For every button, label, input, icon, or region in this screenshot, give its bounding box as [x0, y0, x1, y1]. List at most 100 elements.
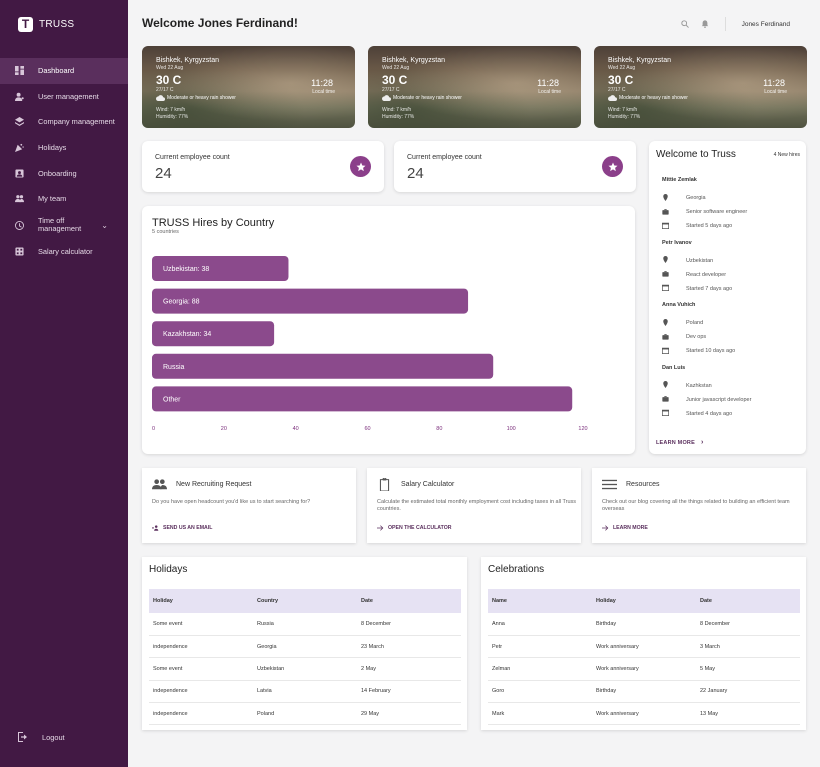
logout-label: Logout	[42, 732, 65, 742]
column-header[interactable]: Holiday	[592, 589, 696, 613]
hire-start: Started 5 days ago	[662, 219, 802, 233]
weather-range: 27/17 C	[156, 87, 174, 93]
table-cell: 2 May	[357, 657, 461, 681]
holiday-row: independence Georgia 23 March	[149, 635, 461, 659]
chevron-down-icon[interactable]: ⌄	[101, 221, 108, 230]
hire-role-text: Senior software engineer	[686, 209, 748, 215]
hire-start: Started 7 days ago	[662, 282, 802, 296]
location-pin-icon	[662, 318, 686, 328]
hire-start-text: Started 7 days ago	[686, 285, 733, 292]
celebration-row: Mark Work anniversary 13 May	[488, 702, 800, 726]
table-cell: Work anniversary	[592, 635, 696, 659]
send-email-link[interactable]: SEND US AN EMAIL	[152, 525, 212, 531]
local-time: 11:28	[763, 78, 785, 88]
celebrations-card: Celebrations Name Holiday Date Anna Birth…	[481, 557, 806, 730]
column-header[interactable]: Date	[696, 589, 800, 613]
search-icon[interactable]	[680, 20, 689, 28]
new-hire-entry: Petr Ivanov Uzbekistan React developer Star…	[662, 240, 802, 296]
sidebar-item-user-management[interactable]: User management	[0, 84, 128, 110]
column-header[interactable]: Country	[253, 589, 357, 613]
sidebar-item-my-team[interactable]: My team	[0, 186, 128, 212]
hire-country-text: Kazhkstan	[686, 382, 712, 389]
column-header[interactable]: Date	[357, 589, 461, 613]
dashboard-icon	[15, 66, 24, 76]
hire-role: React developer	[662, 268, 802, 282]
calendar-icon	[662, 409, 686, 418]
cloud-icon	[156, 95, 165, 101]
table-cell: Some event	[149, 613, 253, 636]
hire-name[interactable]: Anna Vuhich	[662, 302, 802, 316]
table-cell: Work anniversary	[592, 657, 696, 681]
weather-range: 27/17 C	[608, 87, 626, 93]
weather-range: 27/17 C	[382, 87, 400, 93]
table-cell: Birthday	[592, 680, 696, 704]
sidebar: T TRUSS Dashboard User management Compan…	[0, 0, 128, 767]
briefcase-icon	[662, 270, 686, 279]
weather-condition: Moderate or heavy rain shower	[156, 95, 236, 101]
open-calculator-link[interactable]: OPEN THE CALCULATOR	[377, 525, 452, 531]
user-name[interactable]: Jones Ferdinand	[742, 21, 790, 28]
card-title: Salary Calculator	[401, 481, 455, 488]
local-time-label: Local time	[764, 89, 787, 95]
bar-label: Kazakhstan: 34	[163, 331, 211, 338]
x-tick-label: 120	[578, 426, 587, 432]
new-hire-entry: Mittie Zemlak Georgia Senior software engi…	[662, 177, 802, 233]
bell-icon[interactable]	[701, 20, 709, 28]
logout-button[interactable]: Logout	[18, 732, 65, 742]
bar-russia[interactable]	[152, 353, 494, 379]
star-icon	[350, 156, 371, 177]
holidays-title: Holidays	[149, 564, 188, 575]
bar-other[interactable]	[152, 386, 573, 412]
hire-role-text: React developer	[686, 271, 727, 278]
celebration-row: Zelman Work anniversary 5 May	[488, 657, 800, 681]
brand[interactable]: T TRUSS	[18, 17, 74, 32]
arrow-right-icon	[602, 525, 609, 531]
sidebar-item-label: Time off management	[38, 216, 82, 234]
column-header[interactable]: Holiday	[149, 589, 253, 613]
sidebar-item-label: User management	[38, 91, 99, 101]
team-icon	[15, 194, 24, 203]
column-header[interactable]: Name	[488, 589, 592, 613]
table-cell: Georgia	[253, 635, 357, 659]
weather-humidity: Humidity: 77%	[156, 114, 189, 120]
location-pin-icon	[662, 193, 686, 203]
new-hires-title: Welcome to Truss	[656, 149, 736, 160]
weather-wind: Wind: 7 km/h	[156, 107, 186, 113]
arrow-right-icon	[377, 525, 384, 531]
hire-name[interactable]: Mittie Zemlak	[662, 177, 802, 191]
weather-condition-text: Moderate or heavy rain shower	[619, 95, 688, 101]
weather-city: Bishkek, Kyrgyzstan	[608, 57, 672, 64]
weather-condition-text: Moderate or heavy rain shower	[393, 95, 462, 101]
weather-condition-text: Moderate or heavy rain shower	[167, 95, 236, 101]
sidebar-item-onboarding[interactable]: Onboarding	[0, 160, 128, 186]
new-hires-panel: Welcome to Truss 4 New hires Mittie Zeml…	[649, 141, 806, 454]
table-cell: 23 March	[357, 635, 461, 659]
hire-start-text: Started 10 days ago	[686, 348, 736, 355]
link-label: OPEN THE CALCULATOR	[388, 525, 452, 531]
clock-icon	[15, 220, 24, 230]
location-pin-icon	[662, 381, 686, 390]
sidebar-item-label: Holidays	[38, 143, 67, 153]
hire-name[interactable]: Petr Ivanov	[662, 240, 802, 254]
employee-count-label: Current employee count	[155, 154, 230, 161]
sidebar-item-label: Onboarding	[38, 168, 77, 178]
table-cell: Some event	[149, 657, 253, 681]
resources-learn-more-link[interactable]: LEARN MORE	[602, 525, 648, 531]
hire-country: Poland	[662, 316, 802, 330]
hire-country: Kazhkstan	[662, 379, 802, 393]
sidebar-item-holidays[interactable]: Holidays	[0, 135, 128, 161]
sidebar-item-company-management[interactable]: Company management	[0, 109, 128, 135]
table-cell: Latvia	[253, 680, 357, 704]
hire-country-text: Poland	[686, 320, 704, 327]
star-icon	[602, 156, 623, 177]
briefcase-icon	[662, 333, 686, 342]
learn-more-link[interactable]: LEARN MORE ›	[656, 439, 704, 446]
sidebar-item-dashboard[interactable]: Dashboard	[0, 58, 128, 84]
sidebar-item-salary-calculator[interactable]: Salary calculator	[0, 239, 128, 265]
chevron-right-icon: ›	[700, 439, 704, 446]
sidebar-item-time-off-management[interactable]: Time off management ⌄	[0, 212, 128, 239]
table-cell: Russia	[253, 613, 357, 636]
hires-chart-card: TRUSS Hires by Country 5 countries Uzbek…	[142, 206, 635, 454]
table-cell: 8 December	[357, 613, 461, 636]
hire-name[interactable]: Dan Luis	[662, 365, 802, 379]
